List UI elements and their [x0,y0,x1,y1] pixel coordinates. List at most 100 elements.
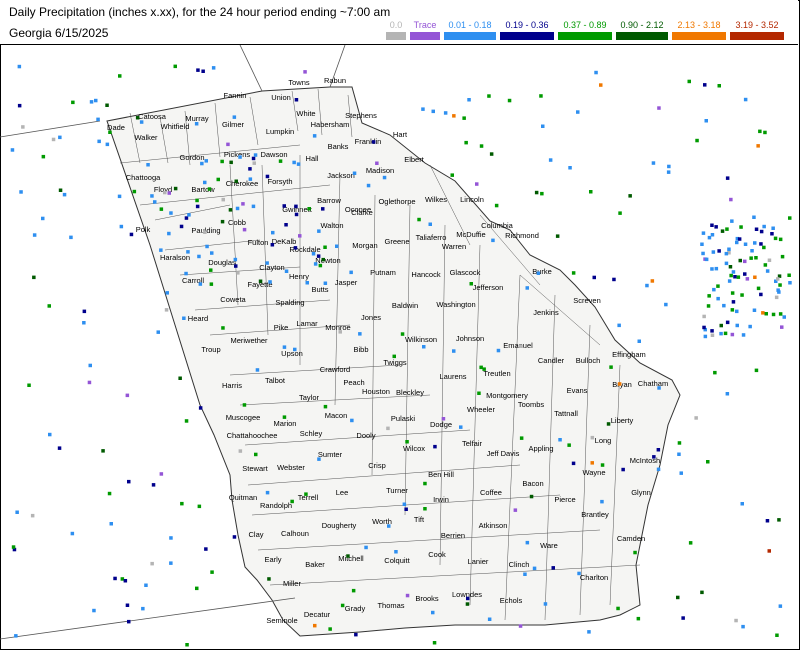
legend-swatch [444,32,496,40]
station-marker [677,441,682,445]
county-label: Marion [274,419,297,428]
station-marker [71,100,75,105]
station-marker [711,250,716,254]
county-label: Irwin [433,495,449,504]
station-marker [743,272,747,276]
station-marker [628,194,632,198]
county-label: Pierce [554,495,575,504]
legend-label: 3.19 - 3.52 [735,20,779,30]
station-marker [599,83,603,87]
station-marker [741,624,745,629]
county-label: Screven [573,296,601,305]
station-marker [404,507,408,511]
station-marker [195,198,199,203]
station-marker [664,302,668,307]
legend-item-1: Trace [408,20,442,42]
station-marker [758,129,762,134]
station-marker [756,144,760,148]
county-label: Glynn [631,488,651,497]
county-label: Jefferson [473,283,504,292]
station-marker [294,204,298,209]
station-marker [727,247,731,251]
station-marker [252,161,256,165]
station-marker [200,161,204,166]
station-marker [151,483,156,487]
station-marker [710,333,715,337]
station-marker [402,502,407,506]
station-marker [657,106,661,110]
legend-item-3: 0.19 - 0.36 [498,20,556,42]
county-label: Dougherty [322,521,357,530]
station-marker [740,502,744,506]
county-label: Cherokee [226,179,259,188]
station-marker [592,275,596,280]
county-label: Long [595,436,612,445]
station-marker [235,206,240,211]
station-marker [487,617,492,621]
county-label: Brooks [415,594,439,603]
county-label: Stewart [242,464,268,473]
station-marker [387,524,391,528]
station-marker [431,610,435,615]
station-marker [268,280,272,284]
county-label: Coffee [480,488,502,497]
station-marker [178,376,182,380]
legend-label: 0.19 - 0.36 [505,20,549,30]
station-marker [21,125,25,129]
station-marker [487,94,491,98]
county-label: Taylor [299,393,320,402]
county-label: Towns [288,78,310,87]
station-marker [525,286,529,290]
station-marker [205,244,209,249]
station-marker [600,463,605,467]
station-marker [97,139,101,144]
station-marker [156,330,160,334]
station-marker [203,180,207,185]
station-marker [328,627,332,631]
station-marker [482,367,486,371]
station-marker [11,545,16,549]
station-marker [47,304,51,308]
station-marker [676,595,680,600]
county-label: Elbert [404,155,425,164]
station-marker [238,449,243,453]
station-marker [723,331,728,336]
station-marker [695,138,699,143]
station-marker [15,510,19,514]
station-marker [125,393,130,398]
county-label: Emanuel [503,341,533,350]
county-label: Liberty [611,416,634,425]
county-label: Colquitt [384,556,410,565]
county-label: Talbot [265,376,286,385]
station-marker [724,251,729,256]
station-marker [87,380,92,385]
station-marker [616,606,620,611]
station-marker [233,257,238,262]
station-marker [236,271,240,275]
station-marker [229,160,233,165]
station-marker [637,339,641,343]
station-marker [228,208,233,212]
station-marker [479,144,484,148]
station-marker [153,200,157,204]
station-marker [210,251,214,255]
county-label: Walton [320,221,343,230]
station-marker [127,619,131,624]
station-marker [763,130,767,135]
county-label: Union [271,93,291,102]
station-marker [194,122,199,126]
county-label: Whitfield [161,122,190,131]
station-marker [182,316,186,320]
station-marker [594,70,598,75]
station-marker [349,270,353,275]
station-marker [612,277,616,282]
station-marker [571,271,576,275]
county-label: Baker [305,560,325,569]
county-label: Early [264,555,281,564]
station-marker [767,549,771,553]
legend-swatch [616,32,668,40]
station-marker [234,179,238,183]
county-label: Houston [362,387,390,396]
station-marker [164,308,169,312]
station-marker [700,242,704,246]
